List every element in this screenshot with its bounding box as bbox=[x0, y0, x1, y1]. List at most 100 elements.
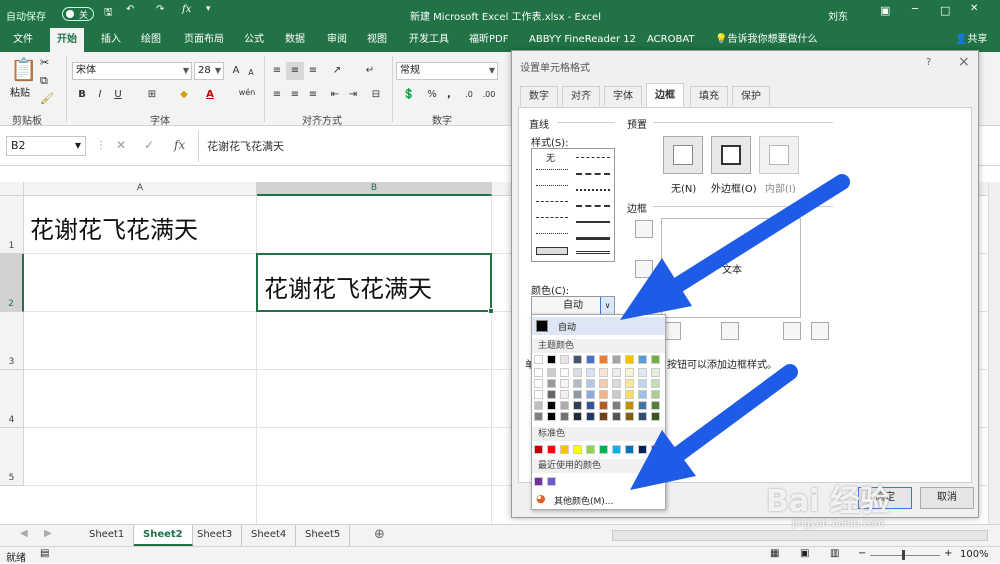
cancel-entry-icon[interactable]: ✕ bbox=[116, 138, 126, 152]
zoom-level[interactable]: 100% bbox=[960, 549, 989, 560]
theme-color-swatch[interactable] bbox=[573, 368, 582, 377]
column-header-b[interactable]: B bbox=[257, 182, 492, 196]
zoom-slider[interactable] bbox=[870, 555, 940, 556]
close-window-icon[interactable]: ✕ bbox=[970, 3, 978, 14]
phonetic-button[interactable]: wén bbox=[234, 84, 260, 102]
normal-view-icon[interactable]: ▦ bbox=[770, 548, 779, 559]
clipboard-icon[interactable]: 📋 bbox=[10, 58, 37, 83]
theme-color-swatch[interactable] bbox=[547, 390, 556, 399]
theme-color-swatch[interactable] bbox=[586, 401, 595, 410]
select-all-corner[interactable] bbox=[0, 182, 24, 196]
line-style-option-selected[interactable] bbox=[536, 247, 568, 255]
recent-color-swatch[interactable] bbox=[534, 477, 543, 486]
tab-page-layout[interactable]: 页面布局 bbox=[177, 28, 231, 52]
borders-icon[interactable]: ⊞ bbox=[142, 86, 162, 104]
fill-color-icon[interactable]: ◆ bbox=[174, 86, 194, 104]
theme-color-swatch[interactable] bbox=[573, 412, 582, 421]
line-style-option[interactable] bbox=[536, 185, 568, 186]
dialog-close-button[interactable]: × bbox=[958, 54, 970, 70]
percent-button[interactable]: % bbox=[424, 86, 440, 104]
theme-color-swatch[interactable] bbox=[560, 379, 569, 388]
theme-color-swatch[interactable] bbox=[560, 355, 569, 364]
decrease-decimal-icon[interactable]: .00 bbox=[480, 86, 498, 104]
recent-color-swatch[interactable] bbox=[547, 477, 556, 486]
font-name-select[interactable]: 宋体 ▼ bbox=[72, 62, 192, 80]
theme-color-swatch[interactable] bbox=[586, 412, 595, 421]
sheet-tab-2[interactable]: Sheet2 bbox=[134, 525, 193, 546]
theme-color-swatch[interactable] bbox=[586, 390, 595, 399]
standard-color-swatch[interactable] bbox=[560, 445, 569, 454]
column-header-a[interactable]: A bbox=[24, 182, 257, 196]
theme-color-swatch[interactable] bbox=[573, 355, 582, 364]
italic-button[interactable]: I bbox=[92, 86, 108, 104]
dialog-tab-border[interactable]: 边框 bbox=[646, 83, 684, 107]
tab-acrobat[interactable]: ACROBAT bbox=[640, 28, 702, 52]
align-center-icon[interactable]: ≡ bbox=[286, 86, 304, 104]
theme-color-swatch[interactable] bbox=[560, 412, 569, 421]
orientation-icon[interactable]: ↗ bbox=[326, 62, 348, 80]
sheet-tab-1[interactable]: Sheet1 bbox=[80, 525, 135, 546]
align-left-icon[interactable]: ≡ bbox=[268, 86, 286, 104]
zoom-thumb[interactable] bbox=[902, 550, 905, 560]
qat-more-icon[interactable]: ▾ bbox=[206, 4, 211, 14]
dialog-tab-alignment[interactable]: 对齐 bbox=[562, 86, 600, 106]
confirm-entry-icon[interactable]: ✓ bbox=[144, 138, 154, 152]
sheet-tab-3[interactable]: Sheet3 bbox=[188, 525, 243, 546]
theme-color-swatch[interactable] bbox=[573, 390, 582, 399]
decrease-indent-icon[interactable]: ⇤ bbox=[326, 86, 344, 104]
cell-b2-selected[interactable]: 花谢花飞花满天 bbox=[256, 253, 494, 314]
tell-me-search[interactable]: 💡告诉我你想要做什么 bbox=[708, 28, 824, 52]
add-sheet-icon[interactable]: ⊕ bbox=[374, 527, 385, 542]
ribbon-options-icon[interactable]: ▣ bbox=[880, 4, 890, 17]
line-style-option[interactable] bbox=[576, 157, 610, 158]
cut-icon[interactable]: ✂ bbox=[40, 56, 49, 69]
theme-color-swatch[interactable] bbox=[560, 368, 569, 377]
theme-color-swatch[interactable] bbox=[547, 379, 556, 388]
maximize-icon[interactable]: □ bbox=[940, 4, 950, 17]
theme-color-swatch[interactable] bbox=[534, 412, 543, 421]
line-style-option[interactable] bbox=[536, 217, 568, 218]
dialog-tab-number[interactable]: 数字 bbox=[520, 86, 558, 106]
increase-decimal-icon[interactable]: .0 bbox=[460, 86, 478, 104]
font-color-icon[interactable]: A bbox=[200, 86, 220, 104]
align-bottom-icon[interactable]: ≡ bbox=[304, 62, 322, 80]
standard-color-swatch[interactable] bbox=[534, 445, 543, 454]
tab-review[interactable]: 审阅 bbox=[320, 28, 354, 52]
comma-button[interactable]: , bbox=[442, 86, 456, 104]
line-style-option[interactable] bbox=[536, 201, 568, 202]
scroll-left-icon[interactable]: ◀ bbox=[20, 528, 28, 539]
theme-color-swatch[interactable] bbox=[560, 390, 569, 399]
shrink-font-icon[interactable]: A bbox=[244, 64, 258, 82]
tab-data[interactable]: 数据 bbox=[278, 28, 312, 52]
grow-font-icon[interactable]: A bbox=[228, 62, 244, 80]
theme-color-swatch[interactable] bbox=[573, 379, 582, 388]
align-middle-icon[interactable]: ≡ bbox=[286, 62, 304, 80]
format-painter-icon[interactable]: 🖌 bbox=[40, 92, 54, 105]
dialog-tab-font[interactable]: 字体 bbox=[604, 86, 642, 106]
sheet-tab-4[interactable]: Sheet4 bbox=[242, 525, 297, 546]
accounting-icon[interactable]: 💲 bbox=[398, 86, 420, 104]
theme-color-swatch[interactable] bbox=[547, 355, 556, 364]
theme-color-swatch[interactable] bbox=[547, 368, 556, 377]
theme-color-swatch[interactable] bbox=[547, 401, 556, 410]
line-style-option[interactable] bbox=[536, 233, 568, 234]
theme-color-swatch[interactable] bbox=[586, 355, 595, 364]
zoom-out-icon[interactable]: − bbox=[858, 548, 866, 559]
fill-handle[interactable] bbox=[488, 308, 494, 314]
share-button[interactable]: 👤共享 bbox=[948, 28, 994, 52]
insert-function-button[interactable]: fx bbox=[174, 138, 185, 152]
tab-file[interactable]: 文件 bbox=[6, 28, 40, 52]
row-header-2[interactable]: 2 bbox=[0, 254, 24, 312]
formula-input[interactable]: 花谢花飞花满天 bbox=[198, 130, 518, 162]
row-header-4[interactable]: 4 bbox=[0, 370, 24, 428]
number-format-select[interactable]: 常规 ▼ bbox=[396, 62, 498, 80]
macro-record-icon[interactable]: ▤ bbox=[40, 548, 49, 559]
standard-color-swatch[interactable] bbox=[573, 445, 582, 454]
tab-foxit-pdf[interactable]: 福昕PDF bbox=[462, 28, 515, 52]
cell-a1[interactable]: 花谢花飞花满天 bbox=[30, 210, 198, 245]
tab-formulas[interactable]: 公式 bbox=[237, 28, 271, 52]
fx-qat-icon[interactable]: fx bbox=[182, 4, 191, 15]
tab-insert[interactable]: 插入 bbox=[94, 28, 128, 52]
horizontal-scrollbar[interactable] bbox=[612, 530, 988, 541]
vertical-scrollbar[interactable] bbox=[988, 182, 1000, 524]
